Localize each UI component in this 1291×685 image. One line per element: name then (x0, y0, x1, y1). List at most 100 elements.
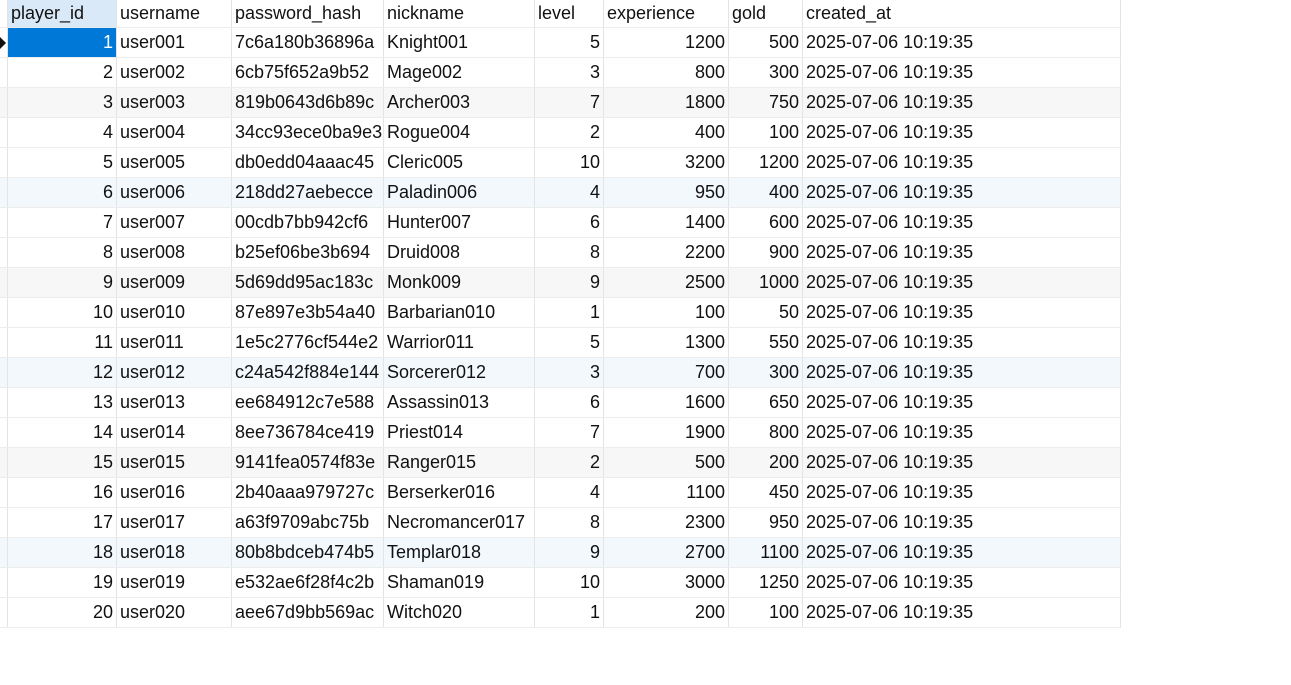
cell-experience[interactable]: 1400 (604, 208, 729, 237)
cell-gold[interactable]: 1200 (729, 148, 803, 177)
cell-nickname[interactable]: Ranger015 (384, 448, 535, 477)
cell-username[interactable]: user018 (117, 538, 232, 567)
cell-level[interactable]: 3 (535, 58, 604, 87)
cell-gold[interactable]: 800 (729, 418, 803, 447)
cell-password-hash[interactable]: 5d69dd95ac183c (232, 268, 384, 297)
cell-username[interactable]: user005 (117, 148, 232, 177)
cell-level[interactable]: 1 (535, 598, 604, 627)
cell-level[interactable]: 4 (535, 178, 604, 207)
cell-nickname[interactable]: Knight001 (384, 28, 535, 57)
cell-created-at[interactable]: 2025-07-06 10:19:35 (803, 388, 1121, 417)
table-row[interactable]: 9 user009 5d69dd95ac183c Monk009 9 2500 1000 20… (0, 268, 1121, 298)
cell-player-id[interactable]: 9 (8, 268, 117, 297)
cell-gold[interactable]: 100 (729, 598, 803, 627)
cell-username[interactable]: user008 (117, 238, 232, 267)
row-selector[interactable] (0, 328, 8, 357)
table-row[interactable]: 7 user007 00cdb7bb942cf6 Hunter007 6 1400 600 2… (0, 208, 1121, 238)
cell-created-at[interactable]: 2025-07-06 10:19:35 (803, 358, 1121, 387)
cell-experience[interactable]: 3200 (604, 148, 729, 177)
row-selector[interactable] (0, 508, 8, 537)
table-row[interactable]: 1 user001 7c6a180b36896a Knight001 5 1200 500 2… (0, 28, 1121, 58)
cell-password-hash[interactable]: db0edd04aaac45 (232, 148, 384, 177)
cell-created-at[interactable]: 2025-07-06 10:19:35 (803, 568, 1121, 597)
cell-level[interactable]: 5 (535, 28, 604, 57)
row-selector[interactable] (0, 418, 8, 447)
cell-level[interactable]: 8 (535, 238, 604, 267)
row-selector[interactable] (0, 568, 8, 597)
cell-nickname[interactable]: Priest014 (384, 418, 535, 447)
cell-gold[interactable]: 1000 (729, 268, 803, 297)
cell-player-id[interactable]: 2 (8, 58, 117, 87)
cell-username[interactable]: user003 (117, 88, 232, 117)
cell-username[interactable]: user006 (117, 178, 232, 207)
row-selector[interactable] (0, 28, 8, 57)
cell-level[interactable]: 7 (535, 88, 604, 117)
column-header-created-at[interactable]: created_at (803, 0, 1121, 27)
cell-username[interactable]: user017 (117, 508, 232, 537)
cell-experience[interactable]: 500 (604, 448, 729, 477)
cell-experience[interactable]: 1900 (604, 418, 729, 447)
table-row[interactable]: 20 user020 aee67d9bb569ac Witch020 1 200 100 20… (0, 598, 1121, 628)
cell-password-hash[interactable]: 00cdb7bb942cf6 (232, 208, 384, 237)
table-row[interactable]: 12 user012 c24a542f884e144 Sorcerer012 3 700 3… (0, 358, 1121, 388)
cell-nickname[interactable]: Shaman019 (384, 568, 535, 597)
column-header-password-hash[interactable]: password_hash (232, 0, 384, 27)
cell-level[interactable]: 1 (535, 298, 604, 327)
cell-nickname[interactable]: Cleric005 (384, 148, 535, 177)
cell-created-at[interactable]: 2025-07-06 10:19:35 (803, 178, 1121, 207)
table-row[interactable]: 19 user019 e532ae6f28f4c2b Shaman019 10 3000 1… (0, 568, 1121, 598)
row-selector[interactable] (0, 298, 8, 327)
cell-player-id[interactable]: 19 (8, 568, 117, 597)
cell-password-hash[interactable]: 2b40aaa979727c (232, 478, 384, 507)
table-row[interactable]: 15 user015 9141fea0574f83e Ranger015 2 500 200… (0, 448, 1121, 478)
cell-created-at[interactable]: 2025-07-06 10:19:35 (803, 448, 1121, 477)
row-selector[interactable] (0, 118, 8, 147)
cell-gold[interactable]: 450 (729, 478, 803, 507)
cell-username[interactable]: user010 (117, 298, 232, 327)
cell-username[interactable]: user020 (117, 598, 232, 627)
cell-username[interactable]: user004 (117, 118, 232, 147)
cell-level[interactable]: 2 (535, 448, 604, 477)
cell-username[interactable]: user007 (117, 208, 232, 237)
table-row[interactable]: 3 user003 819b0643d6b89c Archer003 7 1800 750 2… (0, 88, 1121, 118)
cell-player-id[interactable]: 1 (8, 28, 117, 57)
cell-gold[interactable]: 650 (729, 388, 803, 417)
table-row[interactable]: 6 user006 218dd27aebecce Paladin006 4 950 400 2… (0, 178, 1121, 208)
cell-player-id[interactable]: 14 (8, 418, 117, 447)
cell-nickname[interactable]: Archer003 (384, 88, 535, 117)
cell-nickname[interactable]: Barbarian010 (384, 298, 535, 327)
cell-experience[interactable]: 2300 (604, 508, 729, 537)
cell-password-hash[interactable]: 218dd27aebecce (232, 178, 384, 207)
cell-created-at[interactable]: 2025-07-06 10:19:35 (803, 268, 1121, 297)
cell-username[interactable]: user002 (117, 58, 232, 87)
row-selector[interactable] (0, 178, 8, 207)
cell-password-hash[interactable]: 6cb75f652a9b52 (232, 58, 384, 87)
cell-level[interactable]: 3 (535, 358, 604, 387)
cell-created-at[interactable]: 2025-07-06 10:19:35 (803, 118, 1121, 147)
cell-experience[interactable]: 3000 (604, 568, 729, 597)
cell-gold[interactable]: 900 (729, 238, 803, 267)
cell-player-id[interactable]: 17 (8, 508, 117, 537)
row-selector[interactable] (0, 358, 8, 387)
cell-username[interactable]: user019 (117, 568, 232, 597)
cell-created-at[interactable]: 2025-07-06 10:19:35 (803, 478, 1121, 507)
cell-level[interactable]: 9 (535, 268, 604, 297)
cell-username[interactable]: user001 (117, 28, 232, 57)
cell-player-id[interactable]: 5 (8, 148, 117, 177)
cell-experience[interactable]: 700 (604, 358, 729, 387)
cell-gold[interactable]: 750 (729, 88, 803, 117)
cell-player-id[interactable]: 3 (8, 88, 117, 117)
cell-gold[interactable]: 500 (729, 28, 803, 57)
cell-player-id[interactable]: 13 (8, 388, 117, 417)
cell-experience[interactable]: 950 (604, 178, 729, 207)
cell-experience[interactable]: 2200 (604, 238, 729, 267)
cell-experience[interactable]: 1100 (604, 478, 729, 507)
cell-created-at[interactable]: 2025-07-06 10:19:35 (803, 148, 1121, 177)
cell-nickname[interactable]: Berserker016 (384, 478, 535, 507)
cell-password-hash[interactable]: 34cc93ece0ba9e3 (232, 118, 384, 147)
cell-player-id[interactable]: 20 (8, 598, 117, 627)
cell-password-hash[interactable]: 9141fea0574f83e (232, 448, 384, 477)
cell-level[interactable]: 10 (535, 568, 604, 597)
cell-nickname[interactable]: Mage002 (384, 58, 535, 87)
row-selector[interactable] (0, 538, 8, 567)
